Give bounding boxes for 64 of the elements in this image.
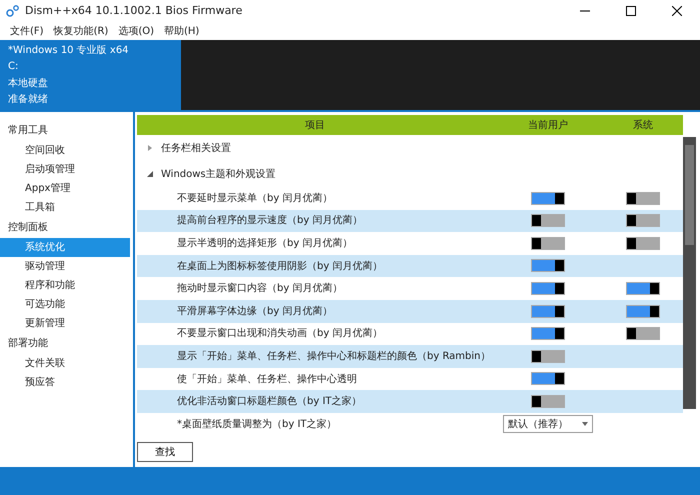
sidebar-item[interactable]: 更新管理 bbox=[0, 314, 133, 333]
menu-item[interactable]: 文件(F) bbox=[10, 24, 44, 38]
menu-item[interactable]: 选项(O) bbox=[118, 24, 154, 38]
info-text: 本地硬盘 bbox=[8, 76, 49, 91]
toggle-switch[interactable] bbox=[626, 214, 660, 228]
toggle-switch[interactable] bbox=[626, 304, 660, 318]
setting-label: 不要显示窗口出现和消失动画（by 闰月优蔺） bbox=[176, 326, 384, 342]
info-text: C: bbox=[8, 60, 20, 74]
sidebar-item[interactable]: 空间回收 bbox=[0, 141, 133, 160]
toggle-switch[interactable] bbox=[531, 214, 565, 228]
scrollbar[interactable] bbox=[683, 137, 696, 409]
window-title: Dism++x64 10.1.1002.1 Bios Firmware bbox=[25, 2, 242, 19]
menu-item[interactable]: 恢复功能(R) bbox=[54, 24, 108, 38]
sidebar-item[interactable]: 预应答 bbox=[0, 373, 133, 392]
sidebar-item[interactable]: 可选功能 bbox=[0, 295, 133, 314]
column-header: 项目 bbox=[304, 118, 326, 132]
sidebar-item[interactable]: 驱动管理 bbox=[0, 257, 133, 276]
setting-label: 显示半透明的选择矩形（by 闰月优蔺） bbox=[176, 236, 354, 251]
setting-label: 平滑屏幕字体边缘（by 闰月优蔺） bbox=[176, 304, 334, 319]
toggle-switch[interactable] bbox=[531, 259, 565, 272]
sidebar-item[interactable]: 工具箱 bbox=[0, 198, 133, 217]
toggle-switch[interactable] bbox=[531, 372, 565, 386]
toggle-switch[interactable] bbox=[626, 192, 660, 205]
setting-label: 优化非活动窗口标题栏颜色（by IT之家） bbox=[176, 394, 363, 410]
toggle-switch[interactable] bbox=[531, 282, 565, 295]
menu-item[interactable]: 帮助(H) bbox=[164, 24, 200, 38]
maximize-icon bbox=[626, 6, 636, 16]
group-label[interactable]: Windows主题和外观设置 bbox=[161, 166, 276, 182]
setting-label: 提高前台程序的显示速度（by 闰月优蔺） bbox=[176, 214, 364, 228]
setting-label: 拖动时显示窗口内容（by 闰月优蔺） bbox=[176, 282, 344, 296]
column-header: 系统 bbox=[632, 118, 654, 132]
sidebar-group: 控制面板 bbox=[0, 217, 133, 238]
toggle-switch[interactable] bbox=[531, 192, 565, 205]
info-text: *Windows 10 专业版 x64 bbox=[8, 44, 130, 58]
setting-label: *桌面壁纸质量调整为（by IT之家） bbox=[176, 418, 337, 432]
sidebar-group: 部署功能 bbox=[0, 333, 133, 354]
expand-arrow-icon[interactable] bbox=[147, 144, 153, 151]
sidebar-item[interactable]: Appx管理 bbox=[0, 179, 133, 198]
sidebar-group: 常用工具 bbox=[0, 120, 133, 141]
column-header: 当前用户 bbox=[527, 118, 569, 132]
sidebar-item[interactable]: 文件关联 bbox=[0, 354, 133, 373]
sidebar-item[interactable]: 程序和功能 bbox=[0, 276, 133, 295]
dropdown[interactable]: 默认（推荐） bbox=[503, 415, 593, 434]
setting-label: 在桌面上为图标标签使用阴影（by 闰月优蔺） bbox=[176, 260, 384, 274]
toggle-switch[interactable] bbox=[531, 304, 565, 318]
close-icon bbox=[672, 6, 682, 16]
setting-label: 显示「开始」菜单、任务栏、操作中心和标题栏的颜色（by Rambin） bbox=[176, 350, 492, 364]
info-text: 准备就绪 bbox=[8, 92, 49, 107]
toggle-switch[interactable] bbox=[531, 394, 565, 408]
setting-label: 不要延时显示菜单（by 闰月优蔺） bbox=[176, 192, 334, 206]
dropdown-value: 默认（推荐） bbox=[508, 418, 568, 432]
toggle-switch[interactable] bbox=[626, 282, 660, 295]
find-button[interactable]: 查找 bbox=[137, 442, 193, 462]
sidebar-item[interactable]: 启动项管理 bbox=[0, 160, 133, 179]
toggle-switch[interactable] bbox=[626, 236, 660, 250]
toggle-switch[interactable] bbox=[531, 350, 565, 363]
toggle-switch[interactable] bbox=[626, 327, 660, 340]
toggle-switch[interactable] bbox=[531, 236, 565, 250]
toggle-switch[interactable] bbox=[531, 327, 565, 340]
group-label[interactable]: 任务栏相关设置 bbox=[161, 140, 231, 156]
app-icon bbox=[6, 5, 20, 17]
collapse-arrow-icon[interactable] bbox=[147, 170, 153, 177]
caret-icon bbox=[582, 422, 588, 426]
setting-label: 使「开始」菜单、任务栏、操作中心透明 bbox=[176, 372, 358, 387]
